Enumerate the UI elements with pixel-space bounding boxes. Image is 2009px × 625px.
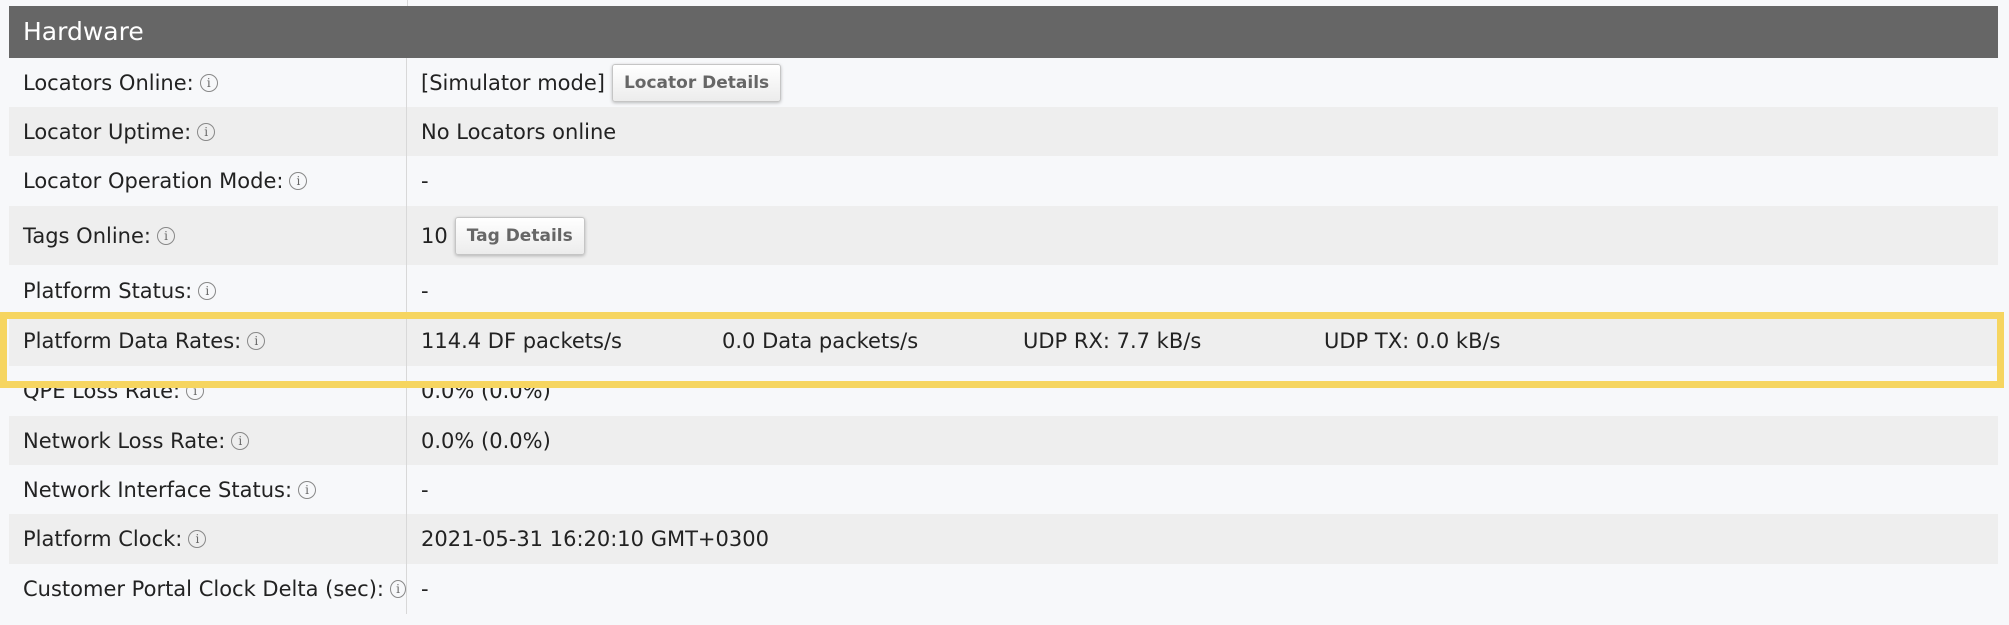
row-network-loss-rate: Network Loss Rate: i 0.0% (0.0%) xyxy=(9,416,1998,465)
row-platform-clock: Platform Clock: i 2021-05-31 16:20:10 GM… xyxy=(9,514,1998,564)
udp-rx-rate: UDP RX: 7.7 kB/s xyxy=(1023,329,1202,353)
udp-tx-rate: UDP TX: 0.0 kB/s xyxy=(1324,329,1501,353)
row-value: 0.0% (0.0%) xyxy=(407,416,551,465)
value-text: - xyxy=(421,169,429,193)
info-icon[interactable]: i xyxy=(197,122,216,141)
value-text: 0.0% (0.0%) xyxy=(421,379,551,403)
row-label: Locators Online: i xyxy=(9,58,407,107)
row-tags-online: Tags Online: i 10 Tag Details xyxy=(9,206,1998,265)
label-text: Network Interface Status: xyxy=(23,477,293,502)
row-label: Locator Operation Mode: i xyxy=(9,156,407,206)
label-text: Network Loss Rate: xyxy=(23,428,226,453)
label-text: Platform Data Rates: xyxy=(23,329,242,353)
row-label: Tags Online: i xyxy=(9,206,407,265)
row-locator-operation-mode: Locator Operation Mode: i - xyxy=(9,156,1998,206)
tag-details-button[interactable]: Tag Details xyxy=(454,216,585,255)
row-value: - xyxy=(407,265,429,316)
row-value: - xyxy=(407,465,429,514)
row-value: 0.0% (0.0%) xyxy=(407,366,551,416)
row-value: [Simulator mode] Locator Details xyxy=(407,58,782,107)
label-text: Customer Portal Clock Delta (sec): xyxy=(23,577,384,601)
row-qpe-loss-rate: QPE Loss Rate: i 0.0% (0.0%) xyxy=(9,366,1998,416)
row-label: Network Interface Status: i xyxy=(9,465,407,514)
label-text: Locator Uptime: xyxy=(23,119,192,144)
value-text: - xyxy=(421,577,429,601)
row-label: Platform Clock: i xyxy=(9,514,407,564)
value-text: 0.0% (0.0%) xyxy=(421,428,551,453)
info-icon[interactable]: i xyxy=(231,431,250,450)
info-icon[interactable]: i xyxy=(298,480,317,499)
row-label: Platform Data Rates: i xyxy=(9,316,407,366)
row-platform-status: Platform Status: i - xyxy=(9,265,1998,316)
info-icon[interactable]: i xyxy=(156,226,175,245)
row-value: 2021-05-31 16:20:10 GMT+0300 xyxy=(407,514,769,564)
value-text: - xyxy=(421,278,429,303)
value-text: [Simulator mode] xyxy=(421,70,605,95)
row-platform-data-rates: Platform Data Rates: i 114.4 DF packets/… xyxy=(9,316,1998,366)
row-label: Locator Uptime: i xyxy=(9,107,407,156)
info-icon[interactable]: i xyxy=(390,580,406,598)
row-label: QPE Loss Rate: i xyxy=(9,366,407,416)
section-header: Hardware xyxy=(9,6,1998,58)
info-icon[interactable]: i xyxy=(289,172,308,190)
value-text: - xyxy=(421,477,429,502)
label-text: QPE Loss Rate: xyxy=(23,379,181,403)
label-text: Locator Operation Mode: xyxy=(23,169,284,193)
row-locators-online: Locators Online: i [Simulator mode] Loca… xyxy=(9,58,1998,107)
label-text: Locators Online: xyxy=(23,70,194,95)
row-label: Network Loss Rate: i xyxy=(9,416,407,465)
row-value: - xyxy=(407,564,429,614)
row-locator-uptime: Locator Uptime: i No Locators online xyxy=(9,107,1998,156)
hardware-panel: Hardware Locators Online: i [Simulator m… xyxy=(9,6,1998,614)
row-value: No Locators online xyxy=(407,107,616,156)
value-text: 10 xyxy=(421,223,448,248)
value-text: 2021-05-31 16:20:10 GMT+0300 xyxy=(421,527,769,551)
value-text: No Locators online xyxy=(421,119,617,144)
info-icon[interactable]: i xyxy=(247,332,266,350)
label-text: Platform Clock: xyxy=(23,527,183,551)
data-packets-rate: 0.0 Data packets/s xyxy=(722,329,919,353)
row-label: Platform Status: i xyxy=(9,265,407,316)
row-customer-portal-clock-delta: Customer Portal Clock Delta (sec): i - xyxy=(9,564,1998,614)
info-icon[interactable]: i xyxy=(186,382,205,400)
locator-details-button[interactable]: Locator Details xyxy=(611,63,782,102)
label-text: Platform Status: xyxy=(23,278,193,303)
row-label: Customer Portal Clock Delta (sec): i xyxy=(9,564,407,614)
info-icon[interactable]: i xyxy=(188,530,207,548)
info-icon[interactable]: i xyxy=(199,73,218,92)
df-packets-rate: 114.4 DF packets/s xyxy=(421,329,622,353)
row-value: 10 Tag Details xyxy=(407,206,585,265)
label-text: Tags Online: xyxy=(23,223,151,248)
row-value: - xyxy=(407,156,429,206)
row-network-interface-status: Network Interface Status: i - xyxy=(9,465,1998,514)
row-value: 114.4 DF packets/s 0.0 Data packets/s UD… xyxy=(407,316,1625,366)
info-icon[interactable]: i xyxy=(198,281,217,300)
